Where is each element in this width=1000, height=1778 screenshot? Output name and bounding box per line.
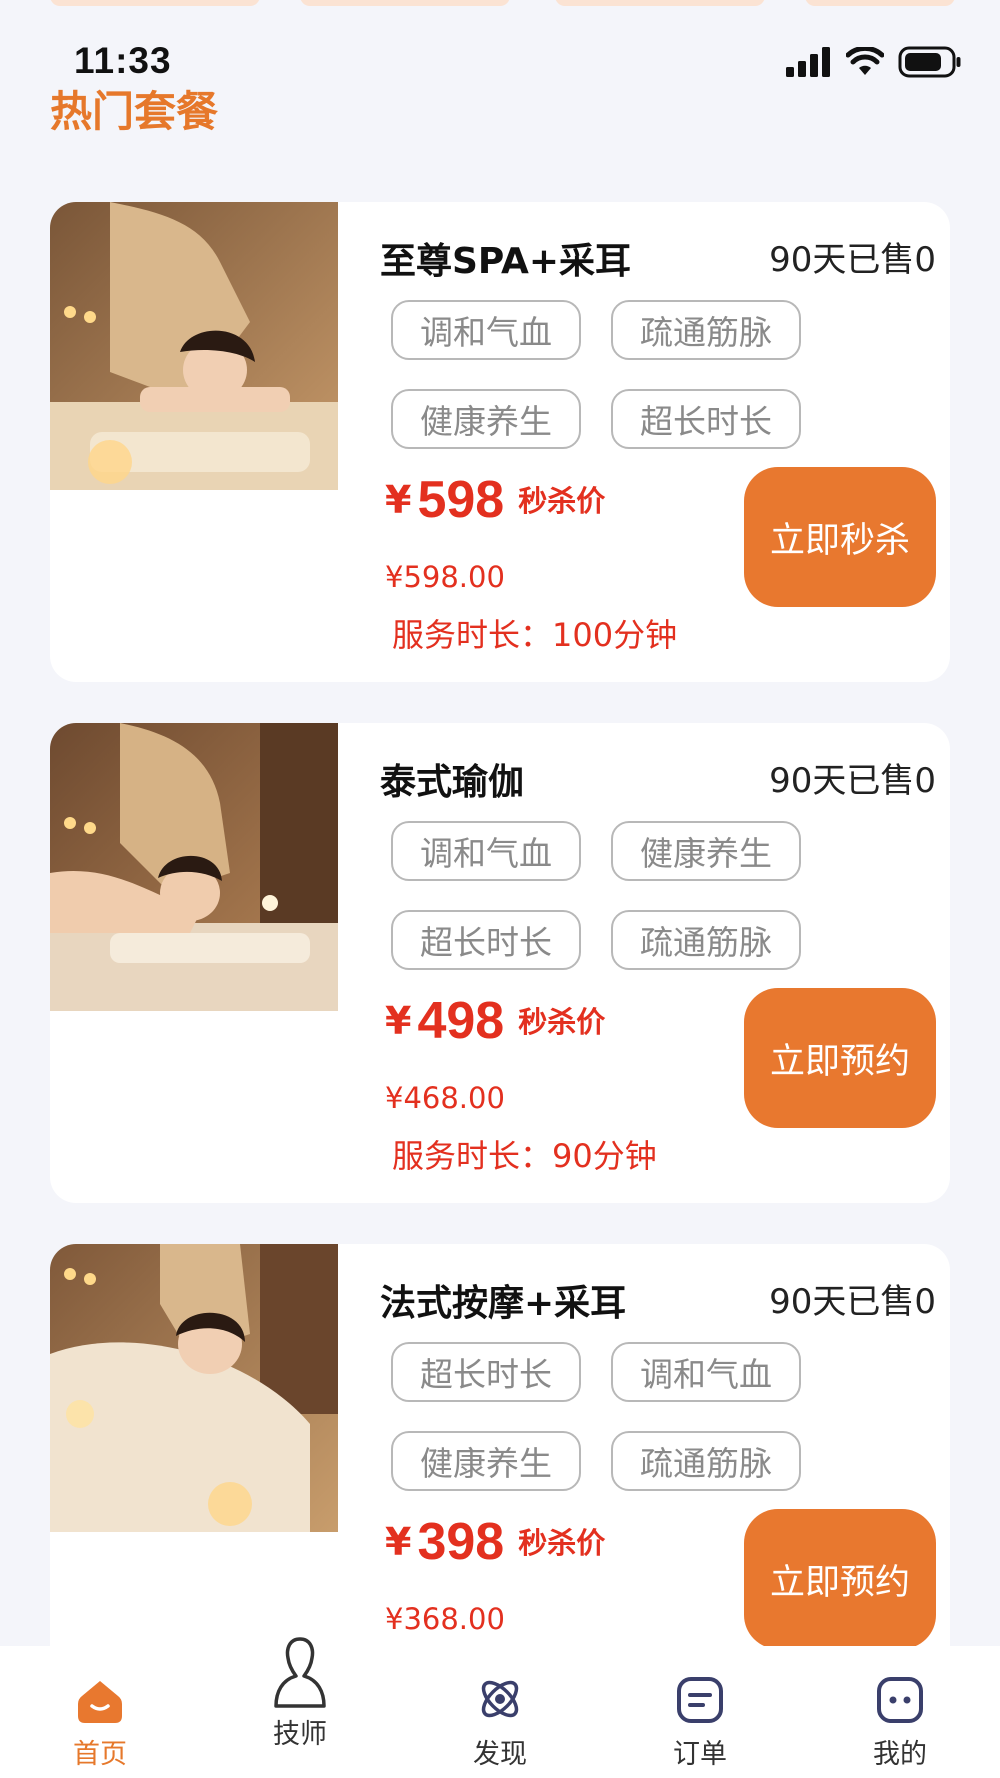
bottom-tab-bar: 首页 技师 发现 订单 我的 bbox=[0, 1637, 1000, 1778]
package-name: 法式按摩+采耳 bbox=[380, 1283, 627, 1324]
service-duration: 服务时长：100分钟 bbox=[392, 616, 678, 654]
price-value: 498 bbox=[417, 992, 505, 1050]
order-icon bbox=[677, 1677, 723, 1723]
price-label: 秒杀价 bbox=[518, 1526, 606, 1560]
tab-home[interactable]: 首页 bbox=[0, 1646, 200, 1778]
service-duration: 服务时长：90分钟 bbox=[392, 1137, 657, 1175]
package-tag: 超长时长 bbox=[391, 910, 581, 970]
tab-order[interactable]: 订单 bbox=[600, 1646, 800, 1778]
discover-icon bbox=[481, 1680, 519, 1718]
package-image bbox=[50, 723, 338, 1011]
package-tag: 健康养生 bbox=[391, 1431, 581, 1491]
book-now-button[interactable]: 立即预约 bbox=[744, 1509, 936, 1649]
package-tag: 疏通筋脉 bbox=[611, 300, 801, 360]
price-label: 秒杀价 bbox=[518, 1005, 606, 1039]
package-image bbox=[50, 1244, 338, 1532]
package-card[interactable]: 至尊SPA+采耳 90天已售0 调和气血 疏通筋脉 健康养生 超长时长 ¥598… bbox=[50, 202, 950, 682]
package-tag: 调和气血 bbox=[611, 1342, 801, 1402]
package-image bbox=[50, 202, 338, 490]
technician-icon bbox=[274, 1637, 326, 1708]
wifi-icon bbox=[846, 47, 884, 75]
sold-count: 90天已售0 bbox=[769, 240, 936, 280]
tab-label: 技师 bbox=[273, 1719, 327, 1750]
top-category-strip bbox=[0, 0, 1000, 10]
status-time: 11:33 bbox=[74, 40, 172, 81]
package-tag: 疏通筋脉 bbox=[611, 910, 801, 970]
flash-sale-button[interactable]: 立即秒杀 bbox=[744, 467, 936, 607]
package-tag: 超长时长 bbox=[391, 1342, 581, 1402]
original-price: ¥368.00 bbox=[385, 1602, 505, 1636]
package-tag: 调和气血 bbox=[391, 821, 581, 881]
original-price: ¥468.00 bbox=[385, 1081, 505, 1115]
flash-price: ¥598 秒杀价 bbox=[385, 470, 605, 530]
original-price: ¥598.00 bbox=[385, 560, 505, 594]
package-tag: 调和气血 bbox=[391, 300, 581, 360]
package-tag: 疏通筋脉 bbox=[611, 1431, 801, 1491]
tab-profile[interactable]: 我的 bbox=[800, 1646, 1000, 1778]
cellular-signal-icon bbox=[786, 47, 830, 77]
sold-count: 90天已售0 bbox=[769, 1282, 936, 1322]
package-tag: 超长时长 bbox=[611, 389, 801, 449]
currency-symbol: ¥ bbox=[385, 999, 412, 1043]
price-value: 598 bbox=[417, 471, 505, 529]
tab-label: 订单 bbox=[673, 1739, 727, 1770]
flash-price: ¥398 秒杀价 bbox=[385, 1512, 605, 1572]
section-title: 热门套餐 bbox=[50, 87, 219, 136]
package-tag: 健康养生 bbox=[391, 389, 581, 449]
price-value: 398 bbox=[417, 1513, 505, 1571]
tab-technician[interactable]: 技师 bbox=[200, 1637, 400, 1778]
battery-icon bbox=[898, 46, 961, 78]
package-tag: 健康养生 bbox=[611, 821, 801, 881]
status-icons bbox=[786, 44, 962, 80]
tab-label: 发现 bbox=[473, 1739, 527, 1770]
tab-label: 首页 bbox=[73, 1739, 127, 1770]
book-now-button[interactable]: 立即预约 bbox=[744, 988, 936, 1128]
package-card[interactable]: 泰式瑜伽 90天已售0 调和气血 健康养生 超长时长 疏通筋脉 ¥498 秒杀价 … bbox=[50, 723, 950, 1203]
tab-discover[interactable]: 发现 bbox=[400, 1646, 600, 1778]
price-label: 秒杀价 bbox=[518, 484, 606, 518]
flash-price: ¥498 秒杀价 bbox=[385, 991, 605, 1051]
profile-icon bbox=[877, 1677, 923, 1723]
sold-count: 90天已售0 bbox=[769, 761, 936, 801]
package-name: 至尊SPA+采耳 bbox=[380, 241, 632, 282]
currency-symbol: ¥ bbox=[385, 1520, 412, 1564]
tab-label: 我的 bbox=[873, 1739, 927, 1770]
currency-symbol: ¥ bbox=[385, 478, 412, 522]
home-icon bbox=[78, 1681, 122, 1723]
package-name: 泰式瑜伽 bbox=[380, 762, 525, 803]
